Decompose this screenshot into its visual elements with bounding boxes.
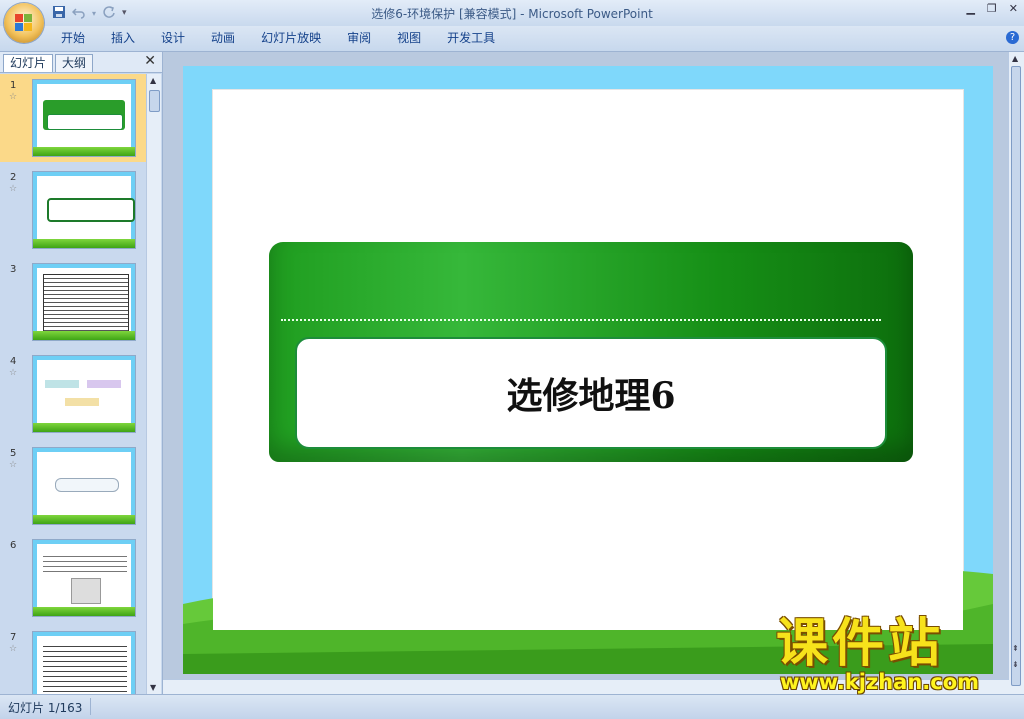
slide-thumbnail[interactable] — [32, 171, 136, 249]
slide-thumbnail[interactable] — [32, 355, 136, 433]
slide-thumbnail-row[interactable]: 6 — [0, 534, 146, 622]
slide-thumbnail-row[interactable]: 2 ☆ — [0, 166, 146, 254]
office-logo-icon — [15, 14, 33, 32]
slide-number: 2 — [10, 172, 17, 183]
watermark-brand: 课件站 — [776, 614, 945, 674]
slide-title: 选修地理6 — [506, 375, 676, 417]
previous-slide-icon[interactable]: ⇞ — [1012, 644, 1019, 653]
restore-icon[interactable]: ❐ — [987, 2, 997, 15]
slide-thumbnail-row[interactable]: 5 ☆ — [0, 442, 146, 530]
panel-tabs: 幻灯片 大纲 ✕ — [0, 52, 162, 73]
close-panel-icon[interactable]: ✕ — [144, 53, 156, 69]
help-icon[interactable]: ? — [1006, 31, 1019, 44]
current-slide[interactable]: 选修地理6 — [183, 66, 993, 674]
main-scrollbar[interactable]: ▲ ⇞ ⇟ — [1008, 52, 1024, 694]
main-scroll-thumb[interactable] — [1011, 66, 1021, 686]
title-bar: ▾ ▾ 选修6-环境保护 [兼容模式] - Microsoft PowerPoi… — [0, 0, 1024, 43]
slide-thumbnail-row[interactable]: 7 ☆ — [0, 626, 146, 694]
watermark-url: www.kjzhan.com — [780, 670, 980, 694]
slide-thumbnail[interactable] — [32, 631, 136, 694]
scroll-up-icon[interactable]: ▲ — [150, 76, 156, 85]
slide-thumbnail[interactable] — [32, 263, 136, 341]
slide-thumbnail-row[interactable]: 4 ☆ — [0, 350, 146, 438]
ribbon-tabs: 开始 插入 设计 动画 幻灯片放映 审阅 视图 开发工具 — [48, 30, 508, 47]
animation-star-icon: ☆ — [9, 644, 18, 654]
site-watermark: 课件站 www.kjzhan.com — [776, 616, 1006, 696]
slides-panel: 幻灯片 大纲 ✕ 1 ☆ 2 ☆ 3 4 ☆ 5 ☆ 6 7 ☆ ▲ ▼ — [0, 52, 163, 694]
slide-number: 6 — [10, 540, 17, 551]
tab-home[interactable]: 开始 — [48, 30, 98, 47]
title-box[interactable]: 选修地理6 — [295, 337, 887, 449]
slide-thumbnails: 1 ☆ 2 ☆ 3 4 ☆ 5 ☆ 6 7 ☆ — [0, 74, 146, 694]
slide-thumbnail[interactable] — [32, 79, 136, 157]
slide-thumbnail[interactable] — [32, 539, 136, 617]
slide-number: 3 — [10, 264, 17, 275]
tab-design[interactable]: 设计 — [148, 30, 198, 47]
close-icon[interactable]: ✕ — [1009, 2, 1018, 15]
tab-insert[interactable]: 插入 — [98, 30, 148, 47]
slide-thumbnail-row[interactable]: 1 ☆ — [0, 74, 146, 162]
tab-animations[interactable]: 动画 — [198, 30, 248, 47]
animation-star-icon: ☆ — [9, 92, 18, 102]
office-button[interactable] — [4, 3, 44, 43]
slide-number: 4 — [10, 356, 17, 367]
tab-review[interactable]: 审阅 — [334, 30, 384, 47]
dotted-divider — [281, 319, 881, 321]
ribbon: 开始 插入 设计 动画 幻灯片放映 审阅 视图 开发工具 ? — [0, 26, 1024, 52]
tab-developer[interactable]: 开发工具 — [434, 30, 508, 47]
title-banner: 选修地理6 — [269, 242, 913, 462]
tab-slideshow[interactable]: 幻灯片放映 — [248, 30, 334, 47]
animation-star-icon: ☆ — [9, 184, 18, 194]
slide-counter: 幻灯片 1/163 — [8, 701, 83, 715]
window-title: 选修6-环境保护 [兼容模式] - Microsoft PowerPoint — [371, 7, 653, 21]
tab-outline[interactable]: 大纲 — [55, 54, 94, 72]
scroll-up-icon[interactable]: ▲ — [1012, 54, 1018, 63]
scroll-down-icon[interactable]: ▼ — [150, 683, 156, 692]
tab-slides[interactable]: 幻灯片 — [3, 54, 54, 72]
next-slide-icon[interactable]: ⇟ — [1012, 660, 1019, 669]
slide-number: 1 — [10, 80, 17, 91]
panel-scroll-thumb[interactable] — [149, 90, 160, 112]
slide-number: 5 — [10, 448, 17, 459]
slide-thumbnail-row[interactable]: 3 — [0, 258, 146, 346]
animation-star-icon: ☆ — [9, 460, 18, 470]
panel-scrollbar[interactable]: ▲ ▼ — [146, 74, 161, 694]
status-divider — [90, 698, 91, 715]
status-bar: 幻灯片 1/163 — [0, 694, 1024, 719]
slide-thumbnail[interactable] — [32, 447, 136, 525]
animation-star-icon: ☆ — [9, 368, 18, 378]
slide-number: 7 — [10, 632, 17, 643]
minimize-icon[interactable]: ▁ — [966, 2, 974, 15]
tab-view[interactable]: 视图 — [384, 30, 434, 47]
window-controls: ▁ ❐ ✕ — [966, 2, 1018, 15]
